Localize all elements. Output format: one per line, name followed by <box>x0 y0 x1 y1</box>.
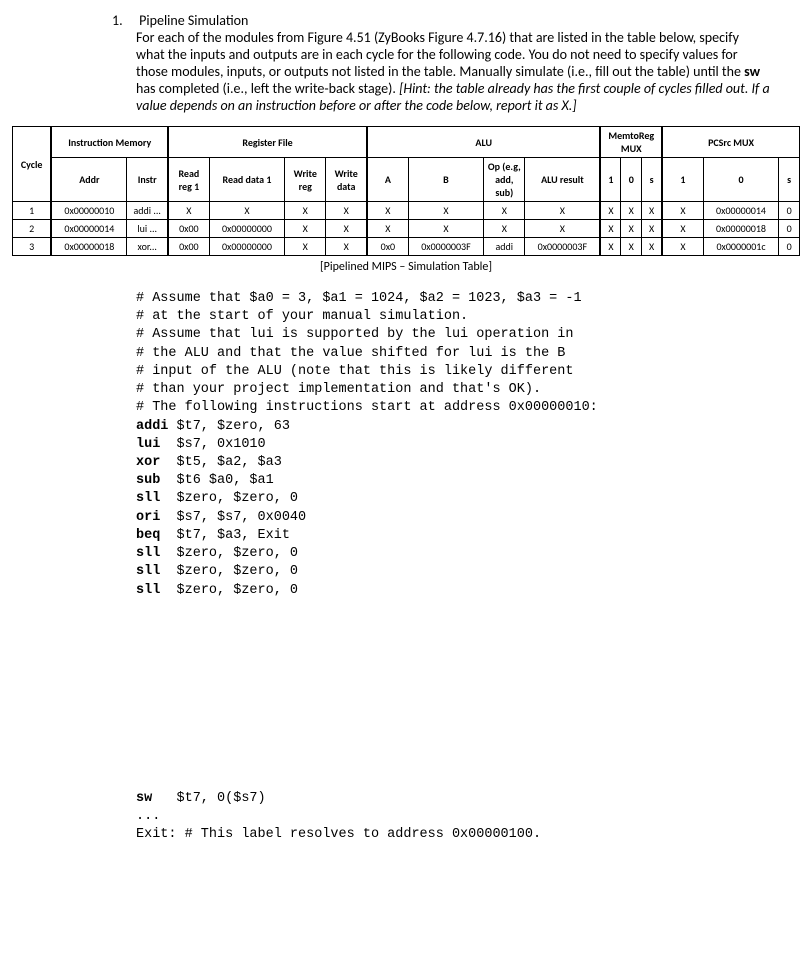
question-block: 1. Pipeline Simulation For each of the m… <box>112 12 770 114</box>
data-cell: 0x0000003F <box>525 238 601 256</box>
data-cell: X <box>621 220 642 238</box>
data-cell: 0x00 <box>168 238 209 256</box>
data-cell: X <box>408 202 483 220</box>
data-cell: X <box>662 220 703 238</box>
data-cell: 0x00000010 <box>51 202 126 220</box>
data-cell: X <box>209 202 284 220</box>
data-cell: X <box>168 202 209 220</box>
data-cell: X <box>600 238 621 256</box>
table-body: 10x00000010addi ...XXXXXXXXXXXX0x0000001… <box>13 202 800 256</box>
data-cell: 0x0 <box>367 238 408 256</box>
gh-imem: Instruction Memory <box>51 127 168 158</box>
data-cell: 0 <box>779 220 800 238</box>
data-cell: X <box>326 202 367 220</box>
table-row: 20x00000014lui ...0x000x00000000XXXXXXXX… <box>13 220 800 238</box>
data-cell: addi <box>484 238 525 256</box>
cycle-cell: 1 <box>13 202 52 220</box>
h-instr: Instr <box>127 158 168 202</box>
data-cell: X <box>600 202 621 220</box>
h-rr1: Read reg 1 <box>168 158 209 202</box>
data-cell: X <box>621 202 642 220</box>
code-block-2: sw $t7, 0($s7) ... Exit: # This label re… <box>136 790 800 845</box>
data-cell: 0x00000014 <box>51 220 126 238</box>
data-cell: X <box>600 220 621 238</box>
h-rd1: Read data 1 <box>209 158 284 202</box>
data-cell: X <box>642 220 663 238</box>
data-cell: X <box>642 202 663 220</box>
data-cell: X <box>484 202 525 220</box>
h-a: A <box>367 158 408 202</box>
h-addr: Addr <box>51 158 126 202</box>
data-cell: lui ... <box>127 220 168 238</box>
h-m1: 1 <box>600 158 621 202</box>
data-cell: xor... <box>127 238 168 256</box>
h-m0: 0 <box>621 158 642 202</box>
page-gap <box>12 600 800 790</box>
data-cell: X <box>285 220 326 238</box>
h-ps: s <box>779 158 800 202</box>
col-header-row: Addr Instr Read reg 1 Read data 1 Write … <box>13 158 800 202</box>
h-op: Op (e.g, add, sub) <box>484 158 525 202</box>
table-row: 10x00000010addi ...XXXXXXXXXXXX0x0000001… <box>13 202 800 220</box>
cycle-cell: 2 <box>13 220 52 238</box>
gh-regfile: Register File <box>168 127 367 158</box>
data-cell: 0x0000001c <box>703 238 778 256</box>
data-cell: X <box>326 238 367 256</box>
data-cell: 0x00000018 <box>703 220 778 238</box>
table-row: 30x00000018xor...0x000x00000000XX0x00x00… <box>13 238 800 256</box>
h-ms: s <box>642 158 663 202</box>
data-cell: X <box>367 202 408 220</box>
data-cell: X <box>285 238 326 256</box>
h-alur: ALU result <box>525 158 601 202</box>
h-wr: Write reg <box>285 158 326 202</box>
group-header-row: Cycle Instruction Memory Register File A… <box>13 127 800 158</box>
gh-memtoreg: MemtoReg MUX <box>600 127 662 158</box>
data-cell: 0x00 <box>168 220 209 238</box>
gh-alu: ALU <box>367 127 600 158</box>
h-p0: 0 <box>703 158 778 202</box>
code-block: # Assume that $a0 = 3, $a1 = 1024, $a2 =… <box>136 290 800 600</box>
data-cell: X <box>525 202 601 220</box>
data-cell: X <box>525 220 601 238</box>
h-wd: Write data <box>326 158 367 202</box>
gh-pcsrc: PCSrc MUX <box>662 127 799 158</box>
question-title: Pipeline Simulation <box>139 12 248 29</box>
data-cell: 0 <box>779 202 800 220</box>
simulation-table: Cycle Instruction Memory Register File A… <box>12 126 800 256</box>
question-body: For each of the modules from Figure 4.51… <box>136 29 770 114</box>
data-cell: X <box>621 238 642 256</box>
data-cell: X <box>662 202 703 220</box>
data-cell: X <box>285 202 326 220</box>
data-cell: X <box>326 220 367 238</box>
data-cell: 0x00000014 <box>703 202 778 220</box>
data-cell: addi ... <box>127 202 168 220</box>
cycle-cell: 3 <box>13 238 52 256</box>
question-number: 1. <box>112 12 136 29</box>
data-cell: X <box>367 220 408 238</box>
data-cell: 0x00000000 <box>209 220 284 238</box>
data-cell: 0x00000000 <box>209 238 284 256</box>
data-cell: 0x00000018 <box>51 238 126 256</box>
h-p1: 1 <box>662 158 703 202</box>
data-cell: 0x0000003F <box>408 238 483 256</box>
data-cell: X <box>484 220 525 238</box>
data-cell: X <box>408 220 483 238</box>
data-cell: 0 <box>779 238 800 256</box>
h-cycle: Cycle <box>13 127 52 202</box>
data-cell: X <box>642 238 663 256</box>
table-caption: [Pipelined MIPS – Simulation Table] <box>12 260 800 274</box>
h-b: B <box>408 158 483 202</box>
data-cell: X <box>662 238 703 256</box>
